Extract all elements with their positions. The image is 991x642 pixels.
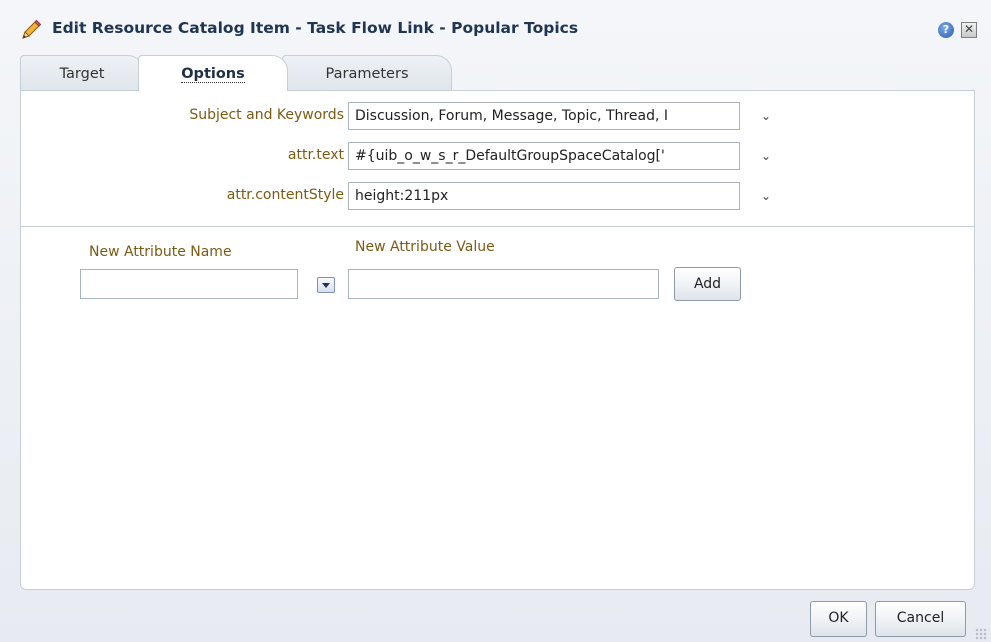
chevron-down-icon[interactable]: ⌄ (759, 109, 773, 123)
close-icon[interactable]: ✕ (961, 22, 977, 38)
chevron-down-icon[interactable]: ⌄ (759, 149, 773, 163)
tab-target[interactable]: Target (20, 55, 144, 91)
options-panel: Subject and Keywords attr.text attr.cont… (20, 90, 975, 590)
dialog-titlebar: Edit Resource Catalog Item - Task Flow L… (0, 0, 991, 52)
pencil-icon (22, 19, 42, 39)
cancel-button[interactable]: Cancel (875, 601, 966, 637)
help-icon[interactable]: ? (938, 22, 954, 38)
triangle-down-icon (322, 283, 330, 288)
new-attribute-value-input[interactable] (348, 269, 659, 299)
tab-options-label: Options (181, 66, 245, 83)
new-attribute-name-label: New Attribute Name (89, 244, 232, 260)
section-divider (21, 226, 974, 227)
tab-bar: Target Parameters Options (20, 55, 980, 91)
chevron-down-icon[interactable]: ⌄ (759, 189, 773, 203)
attr-text-label: attr.text (287, 147, 344, 163)
subject-keywords-label: Subject and Keywords (189, 107, 344, 123)
add-button[interactable]: Add (674, 267, 741, 301)
tab-options[interactable]: Options (138, 55, 288, 91)
resize-grip[interactable] (975, 628, 987, 640)
options-labels: Subject and Keywords attr.text attr.cont… (21, 91, 344, 211)
tab-parameters[interactable]: Parameters (282, 55, 452, 91)
attr-text-field[interactable]: #{uib_o_w_s_r_DefaultGroupSpaceCatalog[' (348, 142, 740, 170)
dropdown-arrow-icon[interactable] (317, 277, 335, 293)
edit-resource-dialog: Edit Resource Catalog Item - Task Flow L… (0, 0, 991, 642)
attr-content-style-label: attr.contentStyle (226, 187, 344, 203)
ok-button[interactable]: OK (810, 601, 867, 637)
subject-keywords-field[interactable]: Discussion, Forum, Message, Topic, Threa… (348, 102, 740, 130)
dialog-title: Edit Resource Catalog Item - Task Flow L… (52, 19, 579, 37)
new-attribute-value-label: New Attribute Value (355, 239, 495, 255)
new-attribute-name-input[interactable] (80, 269, 298, 299)
attr-content-style-field[interactable]: height:211px (348, 182, 740, 210)
